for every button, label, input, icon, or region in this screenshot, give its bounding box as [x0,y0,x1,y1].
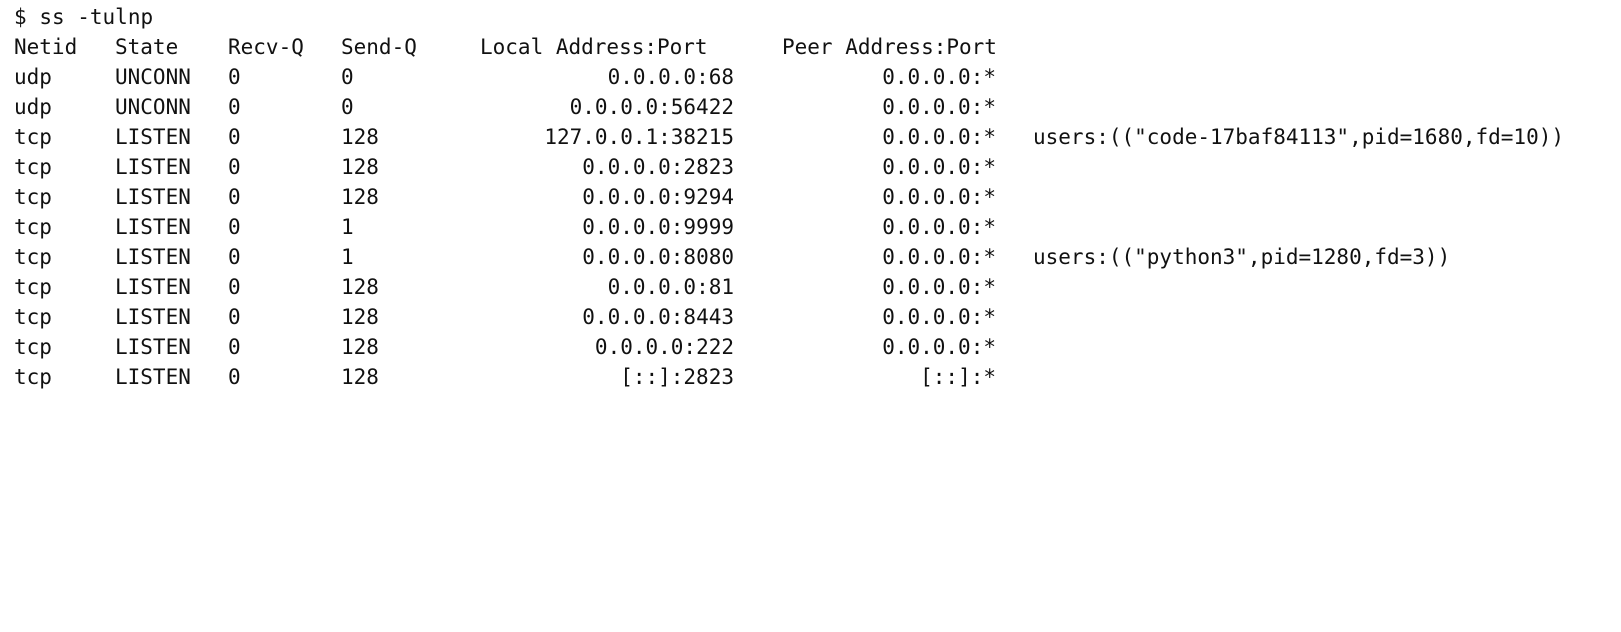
cell-process [1033,302,1621,332]
table-row: udp UNCONN 0 0 0.0.0.0:56422 0.0.0.0:* [14,92,1621,122]
cell-process [1033,332,1621,362]
cell-recvq: 0 [228,335,241,359]
cell-local-address: 0.0.0.0:68 [607,65,734,89]
header-peer-address: Peer Address:Port [782,35,997,59]
command-line: $ ss -tulnp [14,2,1621,32]
header-local-address: Local Address:Port [480,35,708,59]
table-row: udp UNCONN 0 0 0.0.0.0:68 0.0.0.0:* [14,62,1621,92]
table-header: Netid State Recv-Q Send-Q Local Address:… [14,32,1621,62]
cell-netid: tcp [14,275,52,299]
cell-sendq: 128 [341,155,379,179]
command-text: ss -tulnp [39,5,154,29]
cell-local-address: 0.0.0.0:9999 [582,215,734,239]
cell-state: LISTEN [115,155,191,179]
cell-state: LISTEN [115,185,191,209]
cell-recvq: 0 [228,275,241,299]
table-row: tcp LISTEN 0 128 127.0.0.1:38215 0.0.0.0… [14,122,1621,152]
cell-peer-address: 0.0.0.0:* [882,95,996,119]
cell-recvq: 0 [228,245,241,269]
cell-netid: tcp [14,125,52,149]
cell-state: LISTEN [115,125,191,149]
cell-state: UNCONN [115,65,191,89]
table-row: tcp LISTEN 0 1 0.0.0.0:8080 0.0.0.0:* us… [14,242,1621,272]
cell-process [1033,272,1621,302]
cell-recvq: 0 [228,155,241,179]
cell-peer-address: 0.0.0.0:* [882,215,996,239]
cell-sendq: 128 [341,275,379,299]
header-state: State [115,35,179,59]
cell-process [1033,152,1621,182]
header-sendq: Send-Q [341,35,417,59]
cell-netid: tcp [14,365,52,389]
cell-sendq: 128 [341,365,379,389]
cell-sendq: 128 [341,335,379,359]
header-recvq: Recv-Q [228,35,304,59]
cell-sendq: 1 [341,245,354,269]
cell-sendq: 1 [341,215,354,239]
cell-sendq: 0 [341,95,354,119]
cell-netid: tcp [14,335,52,359]
cell-netid: tcp [14,215,52,239]
cell-state: LISTEN [115,305,191,329]
cell-netid: udp [14,95,52,119]
cell-peer-address: [::]:* [920,365,996,389]
cell-process [1033,362,1621,392]
cell-local-address: 0.0.0.0:81 [607,275,734,299]
cell-netid: tcp [14,185,52,209]
cell-recvq: 0 [228,95,241,119]
cell-process: users:(("code-17baf84113",pid=1680,fd=10… [1033,125,1565,149]
cell-sendq: 0 [341,65,354,89]
cell-peer-address: 0.0.0.0:* [882,275,996,299]
cell-netid: tcp [14,155,52,179]
table-row: tcp LISTEN 0 128 0.0.0.0:2823 0.0.0.0:* [14,152,1621,182]
table-row: tcp LISTEN 0 128 0.0.0.0:222 0.0.0.0:* [14,332,1621,362]
table-row: tcp LISTEN 0 128 0.0.0.0:9294 0.0.0.0:* [14,182,1621,212]
cell-sendq: 128 [341,185,379,209]
cell-peer-address: 0.0.0.0:* [882,335,996,359]
table-row: tcp LISTEN 0 1 0.0.0.0:9999 0.0.0.0:* [14,212,1621,242]
cell-process [1033,212,1621,242]
cell-local-address: 0.0.0.0:56422 [569,95,734,119]
cell-recvq: 0 [228,185,241,209]
cell-peer-address: 0.0.0.0:* [882,65,996,89]
cell-state: LISTEN [115,335,191,359]
cell-sendq: 128 [341,305,379,329]
terminal-output[interactable]: $ ss -tulnp Netid State Recv-Q Send-Q Lo… [0,0,1621,409]
cell-local-address: 0.0.0.0:2823 [582,155,734,179]
cell-peer-address: 0.0.0.0:* [882,125,996,149]
cell-netid: tcp [14,245,52,269]
cell-peer-address: 0.0.0.0:* [882,245,996,269]
cell-state: LISTEN [115,215,191,239]
cell-recvq: 0 [228,305,241,329]
cell-recvq: 0 [228,215,241,239]
cell-local-address: 127.0.0.1:38215 [544,125,734,149]
cell-local-address: 0.0.0.0:8080 [582,245,734,269]
header-netid: Netid [14,35,78,59]
table-row: tcp LISTEN 0 128 [::]:2823 [::]:* [14,362,1621,392]
cell-process [1033,62,1621,92]
cell-netid: tcp [14,305,52,329]
cell-recvq: 0 [228,65,241,89]
cell-process [1033,92,1621,122]
cell-peer-address: 0.0.0.0:* [882,155,996,179]
table-row: tcp LISTEN 0 128 0.0.0.0:8443 0.0.0.0:* [14,302,1621,332]
cell-process [1033,182,1621,212]
cell-state: LISTEN [115,245,191,269]
cell-recvq: 0 [228,125,241,149]
cell-peer-address: 0.0.0.0:* [882,185,996,209]
cell-local-address: 0.0.0.0:9294 [582,185,734,209]
cell-process: users:(("python3",pid=1280,fd=3)) [1033,245,1451,269]
cell-state: LISTEN [115,365,191,389]
cell-peer-address: 0.0.0.0:* [882,305,996,329]
cell-state: LISTEN [115,275,191,299]
prompt-symbol: $ [14,5,27,29]
cell-sendq: 128 [341,125,379,149]
cell-recvq: 0 [228,365,241,389]
cell-state: UNCONN [115,95,191,119]
cell-netid: udp [14,65,52,89]
cell-local-address: [::]:2823 [620,365,734,389]
table-row: tcp LISTEN 0 128 0.0.0.0:81 0.0.0.0:* [14,272,1621,302]
cell-local-address: 0.0.0.0:8443 [582,305,734,329]
cell-local-address: 0.0.0.0:222 [594,335,734,359]
